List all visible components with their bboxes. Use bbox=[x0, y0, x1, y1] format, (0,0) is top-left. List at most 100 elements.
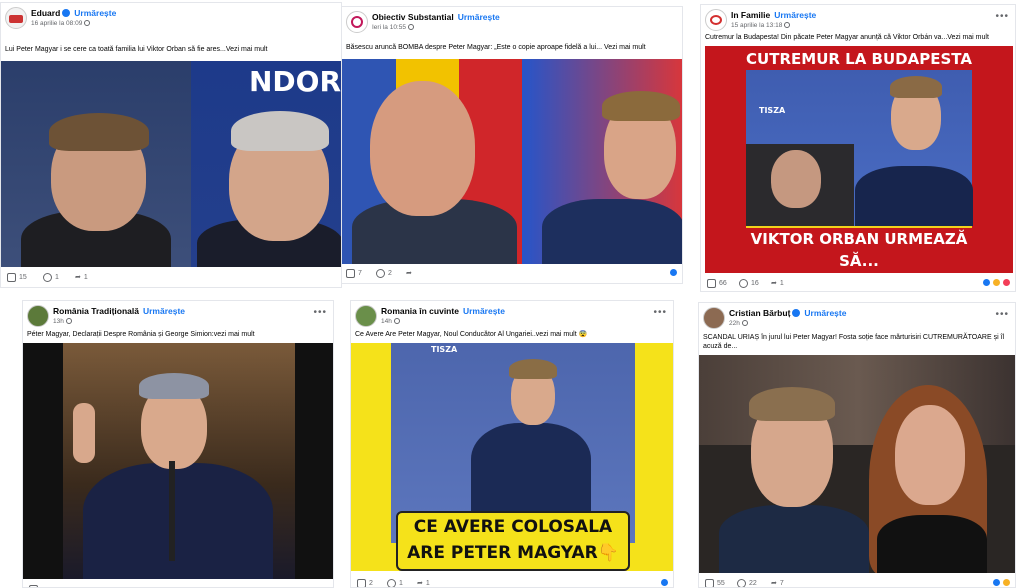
post-footer: 55 22 ➦ 7 bbox=[699, 575, 1015, 588]
share-count: 1 bbox=[779, 279, 784, 287]
tisza-logo-text: TISZA bbox=[431, 345, 458, 354]
more-options-icon[interactable]: ••• bbox=[995, 11, 1009, 22]
person-figure bbox=[139, 373, 209, 399]
avatar[interactable] bbox=[355, 305, 377, 327]
like-button[interactable]: 15 bbox=[7, 273, 27, 282]
post-time[interactable]: 22h bbox=[729, 320, 740, 327]
like-count: 66 bbox=[719, 280, 727, 287]
globe-icon bbox=[65, 318, 72, 324]
post-caption[interactable]: SCANDAL URIAȘ în jurul lui Peter Magyar!… bbox=[703, 333, 1011, 351]
avatar[interactable] bbox=[346, 11, 368, 33]
share-button[interactable]: ➦ 7 bbox=[771, 579, 784, 588]
share-icon: ➦ bbox=[75, 274, 81, 281]
person-figure bbox=[602, 91, 680, 121]
reactions-summary[interactable] bbox=[669, 268, 678, 277]
like-count: 15 bbox=[19, 274, 27, 281]
overlay-text-line1: CE AVERE COLOSALA bbox=[413, 517, 613, 537]
reactions-summary[interactable] bbox=[992, 578, 1011, 587]
follow-link[interactable]: Urmărește bbox=[774, 10, 816, 20]
author-name[interactable]: In Familie bbox=[731, 10, 770, 20]
share-button[interactable]: ➦ 1 bbox=[417, 579, 430, 588]
share-button[interactable]: ➦ 1 bbox=[771, 279, 784, 288]
post-caption[interactable]: Cutremur la Budapesta! Din păcate Peter … bbox=[705, 33, 1011, 42]
raised-hand bbox=[73, 403, 95, 463]
post-cristian-barbut: Cristian Bărbuț Urmărește 22h ••• SCANDAL… bbox=[698, 302, 1016, 588]
post-time[interactable]: 14h bbox=[381, 318, 392, 325]
follow-link[interactable]: Urmărește bbox=[463, 306, 505, 316]
avatar[interactable] bbox=[27, 305, 49, 327]
author-name[interactable]: România Tradițională bbox=[53, 306, 139, 316]
verified-badge-icon bbox=[62, 9, 71, 17]
author-name[interactable]: Eduard bbox=[31, 8, 60, 18]
post-image[interactable]: NDOR bbox=[1, 61, 341, 267]
comment-icon bbox=[376, 269, 385, 278]
post-image[interactable]: CUTREMUR LA BUDAPESTA TISZA VIKTOR ORBAN… bbox=[705, 46, 1013, 273]
post-header: România Tradițională Urmărește 13h ••• bbox=[23, 301, 333, 331]
post-obiectiv-substantial: Obiectiv Substantial Urmărește Ieri la 10… bbox=[341, 6, 683, 284]
share-icon: ➦ bbox=[771, 280, 777, 287]
post-caption[interactable]: Ce Avere Are Peter Magyar, Noul Conducăt… bbox=[355, 330, 669, 339]
like-count: 55 bbox=[717, 580, 725, 587]
post-image[interactable]: TISZA CE AVERE COLOSALA ARE PETER MAGYAR… bbox=[351, 343, 673, 571]
like-button[interactable]: 55 bbox=[705, 579, 725, 587]
person-figure bbox=[370, 81, 475, 216]
globe-icon bbox=[84, 20, 91, 26]
haha-reaction-icon bbox=[992, 278, 1001, 287]
comment-button[interactable]: 1 bbox=[43, 273, 59, 282]
post-time[interactable]: 13h bbox=[53, 318, 64, 325]
share-button[interactable]: ➦ 1 bbox=[75, 273, 88, 282]
like-button[interactable]: 66 bbox=[707, 279, 727, 288]
comment-icon bbox=[737, 579, 746, 587]
comment-button[interactable]: 16 bbox=[739, 279, 759, 288]
person-figure bbox=[749, 387, 835, 421]
author-name[interactable]: Cristian Bărbuț bbox=[729, 308, 790, 318]
like-button[interactable]: 2 bbox=[357, 579, 373, 587]
overlay-text-line2-label: ARE PETER MAGYAR bbox=[407, 543, 598, 563]
follow-link[interactable]: Urmărește bbox=[143, 306, 185, 316]
comment-button[interactable]: 2 bbox=[376, 269, 392, 278]
post-image[interactable] bbox=[342, 59, 682, 264]
post-time[interactable]: 15 aprilie la 13:18 bbox=[731, 22, 782, 29]
follow-link[interactable]: Urmărește bbox=[458, 12, 500, 22]
follow-link[interactable]: Urmărește bbox=[804, 308, 846, 318]
person-figure bbox=[719, 505, 869, 573]
comment-button[interactable]: 22 bbox=[737, 579, 757, 587]
comment-button[interactable]: 1 bbox=[387, 579, 403, 587]
avatar[interactable] bbox=[5, 7, 27, 29]
comment-icon bbox=[739, 279, 748, 288]
microphone-icon bbox=[169, 461, 175, 561]
share-count: 7 bbox=[779, 579, 784, 587]
post-image[interactable] bbox=[23, 343, 333, 579]
person-figure bbox=[771, 150, 821, 208]
post-footer: 15 1 ➦ 1 bbox=[1, 269, 341, 287]
reactions-summary[interactable] bbox=[982, 278, 1011, 287]
globe-icon bbox=[393, 318, 400, 324]
person-figure bbox=[895, 405, 965, 505]
avatar[interactable] bbox=[703, 307, 725, 329]
more-options-icon[interactable]: ••• bbox=[995, 309, 1009, 320]
like-icon bbox=[7, 273, 16, 282]
comment-count: 16 bbox=[751, 280, 759, 287]
share-button[interactable]: ➦ bbox=[406, 269, 412, 277]
person-figure bbox=[877, 515, 987, 573]
comment-icon bbox=[43, 273, 52, 282]
like-button[interactable]: 7 bbox=[346, 269, 362, 278]
like-icon bbox=[705, 579, 714, 587]
post-time[interactable]: Ieri la 10:55 bbox=[372, 24, 406, 31]
verified-badge-icon bbox=[792, 309, 801, 317]
avatar[interactable] bbox=[705, 9, 727, 31]
reactions-summary[interactable] bbox=[660, 578, 669, 587]
share-icon: ➦ bbox=[406, 270, 412, 277]
post-caption[interactable]: Péter Magyar, Declarații Despre România … bbox=[27, 330, 329, 339]
post-image[interactable] bbox=[699, 355, 1015, 573]
author-name[interactable]: Obiectiv Substantial bbox=[372, 12, 454, 22]
more-options-icon[interactable]: ••• bbox=[653, 307, 667, 318]
post-romania-traditionala: România Tradițională Urmărește 13h ••• Pé… bbox=[22, 300, 334, 588]
more-options-icon[interactable]: ••• bbox=[313, 307, 327, 318]
share-icon: ➦ bbox=[417, 580, 423, 587]
follow-link[interactable]: Urmărește bbox=[74, 8, 116, 18]
post-caption[interactable]: Băsescu aruncă BOMBA despre Peter Magyar… bbox=[346, 43, 678, 52]
post-caption[interactable]: Lui Peter Magyar i se cere ca toată fami… bbox=[5, 45, 337, 54]
author-name[interactable]: Romania în cuvinte bbox=[381, 306, 459, 316]
post-time[interactable]: 16 aprilie la 08:09 bbox=[31, 20, 82, 27]
